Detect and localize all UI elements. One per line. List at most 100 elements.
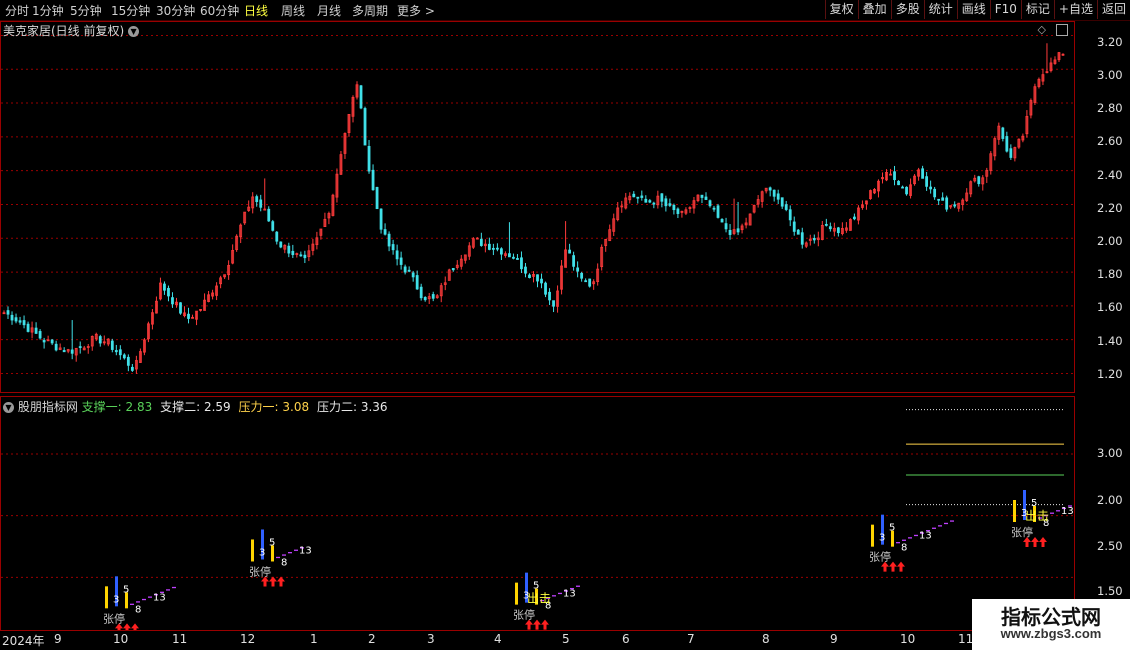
candle xyxy=(921,165,925,179)
candle-body xyxy=(584,280,588,283)
stats-button[interactable]: 统计 xyxy=(923,0,957,19)
period-tab-daily[interactable]: 日线 xyxy=(244,2,268,19)
candle-body xyxy=(34,327,38,334)
candle-body xyxy=(901,186,904,189)
candle xyxy=(62,347,66,353)
candle xyxy=(379,208,383,234)
period-tab-intraday[interactable]: 分时 xyxy=(5,2,29,19)
period-tab-more[interactable]: 更多 > xyxy=(397,2,435,19)
signal-bar xyxy=(251,539,254,562)
y-tick: 2.40 xyxy=(1097,168,1123,182)
candle xyxy=(808,234,812,246)
count-3-label: 3 xyxy=(113,594,119,605)
period-tab-multi[interactable]: 多周期 xyxy=(352,2,388,19)
chevron-down-icon[interactable]: ▼ xyxy=(3,402,14,413)
candle xyxy=(909,178,912,199)
x-tick: 2024年 xyxy=(2,634,45,648)
candle xyxy=(147,321,150,343)
chevron-down-icon[interactable]: ▼ xyxy=(128,26,140,37)
overlay-button[interactable]: 叠加 xyxy=(857,0,891,19)
candle xyxy=(844,222,848,233)
candle-body xyxy=(114,350,118,353)
candle-body xyxy=(491,247,495,250)
draw-line-button[interactable]: 画线 xyxy=(956,0,990,19)
count-8-label: 8 xyxy=(901,543,907,554)
limit-up-label: 张停 xyxy=(1011,525,1033,539)
period-tab-60min[interactable]: 60分钟 xyxy=(200,2,239,19)
candle xyxy=(832,222,836,237)
candle xyxy=(644,195,648,203)
y-tick: 3.20 xyxy=(1097,35,1123,49)
candlestick-chart[interactable] xyxy=(1,22,1074,392)
candle-body xyxy=(371,169,375,191)
candle xyxy=(279,241,283,249)
candle-body xyxy=(812,237,816,241)
candle xyxy=(419,283,423,301)
period-tab-30min[interactable]: 30分钟 xyxy=(156,2,195,19)
watermark-url: www.zbgs3.com xyxy=(1000,626,1102,641)
x-tick: 11 xyxy=(958,632,974,646)
candle xyxy=(728,224,732,240)
period-tab-5min[interactable]: 5分钟 xyxy=(70,2,102,19)
candle-body xyxy=(26,323,30,332)
candle-body xyxy=(387,233,391,247)
candle-body xyxy=(419,286,423,299)
candle xyxy=(696,194,700,203)
candle-body xyxy=(363,108,367,146)
candle xyxy=(965,188,969,202)
panel-toggle-icon[interactable] xyxy=(1056,24,1068,36)
candle xyxy=(580,271,584,282)
candle-body xyxy=(70,349,74,354)
period-tab-monthly[interactable]: 月线 xyxy=(317,2,341,19)
candle xyxy=(528,273,531,279)
y-tick: 1.20 xyxy=(1097,367,1123,381)
support2-label: 支撑二: xyxy=(160,400,201,414)
price-chart-panel[interactable]: 美克家居(日线 前复权) ▼ ◇ xyxy=(0,21,1075,393)
candle-body xyxy=(632,193,636,198)
period-tab-weekly[interactable]: 周线 xyxy=(281,2,305,19)
period-tab-1min[interactable]: 1分钟 xyxy=(32,2,64,19)
candle xyxy=(828,222,832,232)
fuquan-button[interactable]: 复权 xyxy=(824,0,858,19)
candle-body xyxy=(42,339,46,343)
add-watchlist-button[interactable]: +自选 xyxy=(1053,0,1097,19)
candle-body xyxy=(98,336,102,344)
f10-button[interactable]: F10 xyxy=(989,0,1021,19)
candle xyxy=(18,316,22,325)
candle xyxy=(552,300,555,313)
candle-body xyxy=(572,255,576,267)
candle xyxy=(744,217,748,229)
diamond-icon[interactable]: ◇ xyxy=(1038,23,1046,36)
count-8-label: 8 xyxy=(135,604,141,615)
candle-body xyxy=(38,331,42,339)
candle xyxy=(34,322,38,334)
candle xyxy=(592,279,596,290)
mark-button[interactable]: 标记 xyxy=(1020,0,1054,19)
y-tick: 2.50 xyxy=(1097,539,1123,553)
candle xyxy=(283,244,287,254)
candle xyxy=(640,190,644,201)
candle-body xyxy=(953,204,957,207)
candle-body xyxy=(552,300,555,307)
candle-body xyxy=(728,229,732,235)
indicator-panel[interactable]: 张停 3 5 8 13 张停 3 5 8 13 张停 3 5 8 13 出击 张停 3 5 8 13 张停 3 5 8 13 出击 … xyxy=(0,396,1075,631)
period-tab-15min[interactable]: 15分钟 xyxy=(111,2,150,19)
more-label: 更多 xyxy=(397,4,422,18)
x-tick: 4 xyxy=(494,632,502,646)
candle-body xyxy=(259,199,263,208)
candle xyxy=(106,338,110,347)
candle xyxy=(925,172,929,191)
candle xyxy=(207,291,210,303)
multi-stock-button[interactable]: 多股 xyxy=(890,0,924,19)
count-3-label: 3 xyxy=(259,547,265,558)
candle xyxy=(82,345,86,351)
candle-body xyxy=(1005,136,1009,152)
limit-up-label: 张停 xyxy=(103,611,125,625)
candle xyxy=(684,207,688,216)
candle-body xyxy=(287,245,291,254)
candle xyxy=(604,238,608,252)
indicator-chart[interactable]: 张停35813张停35813张停35813出击张停35813 张停35813出击 xyxy=(1,397,1074,630)
candle xyxy=(764,187,768,194)
back-button[interactable]: 返回 xyxy=(1096,0,1130,19)
candle-body xyxy=(905,186,908,195)
